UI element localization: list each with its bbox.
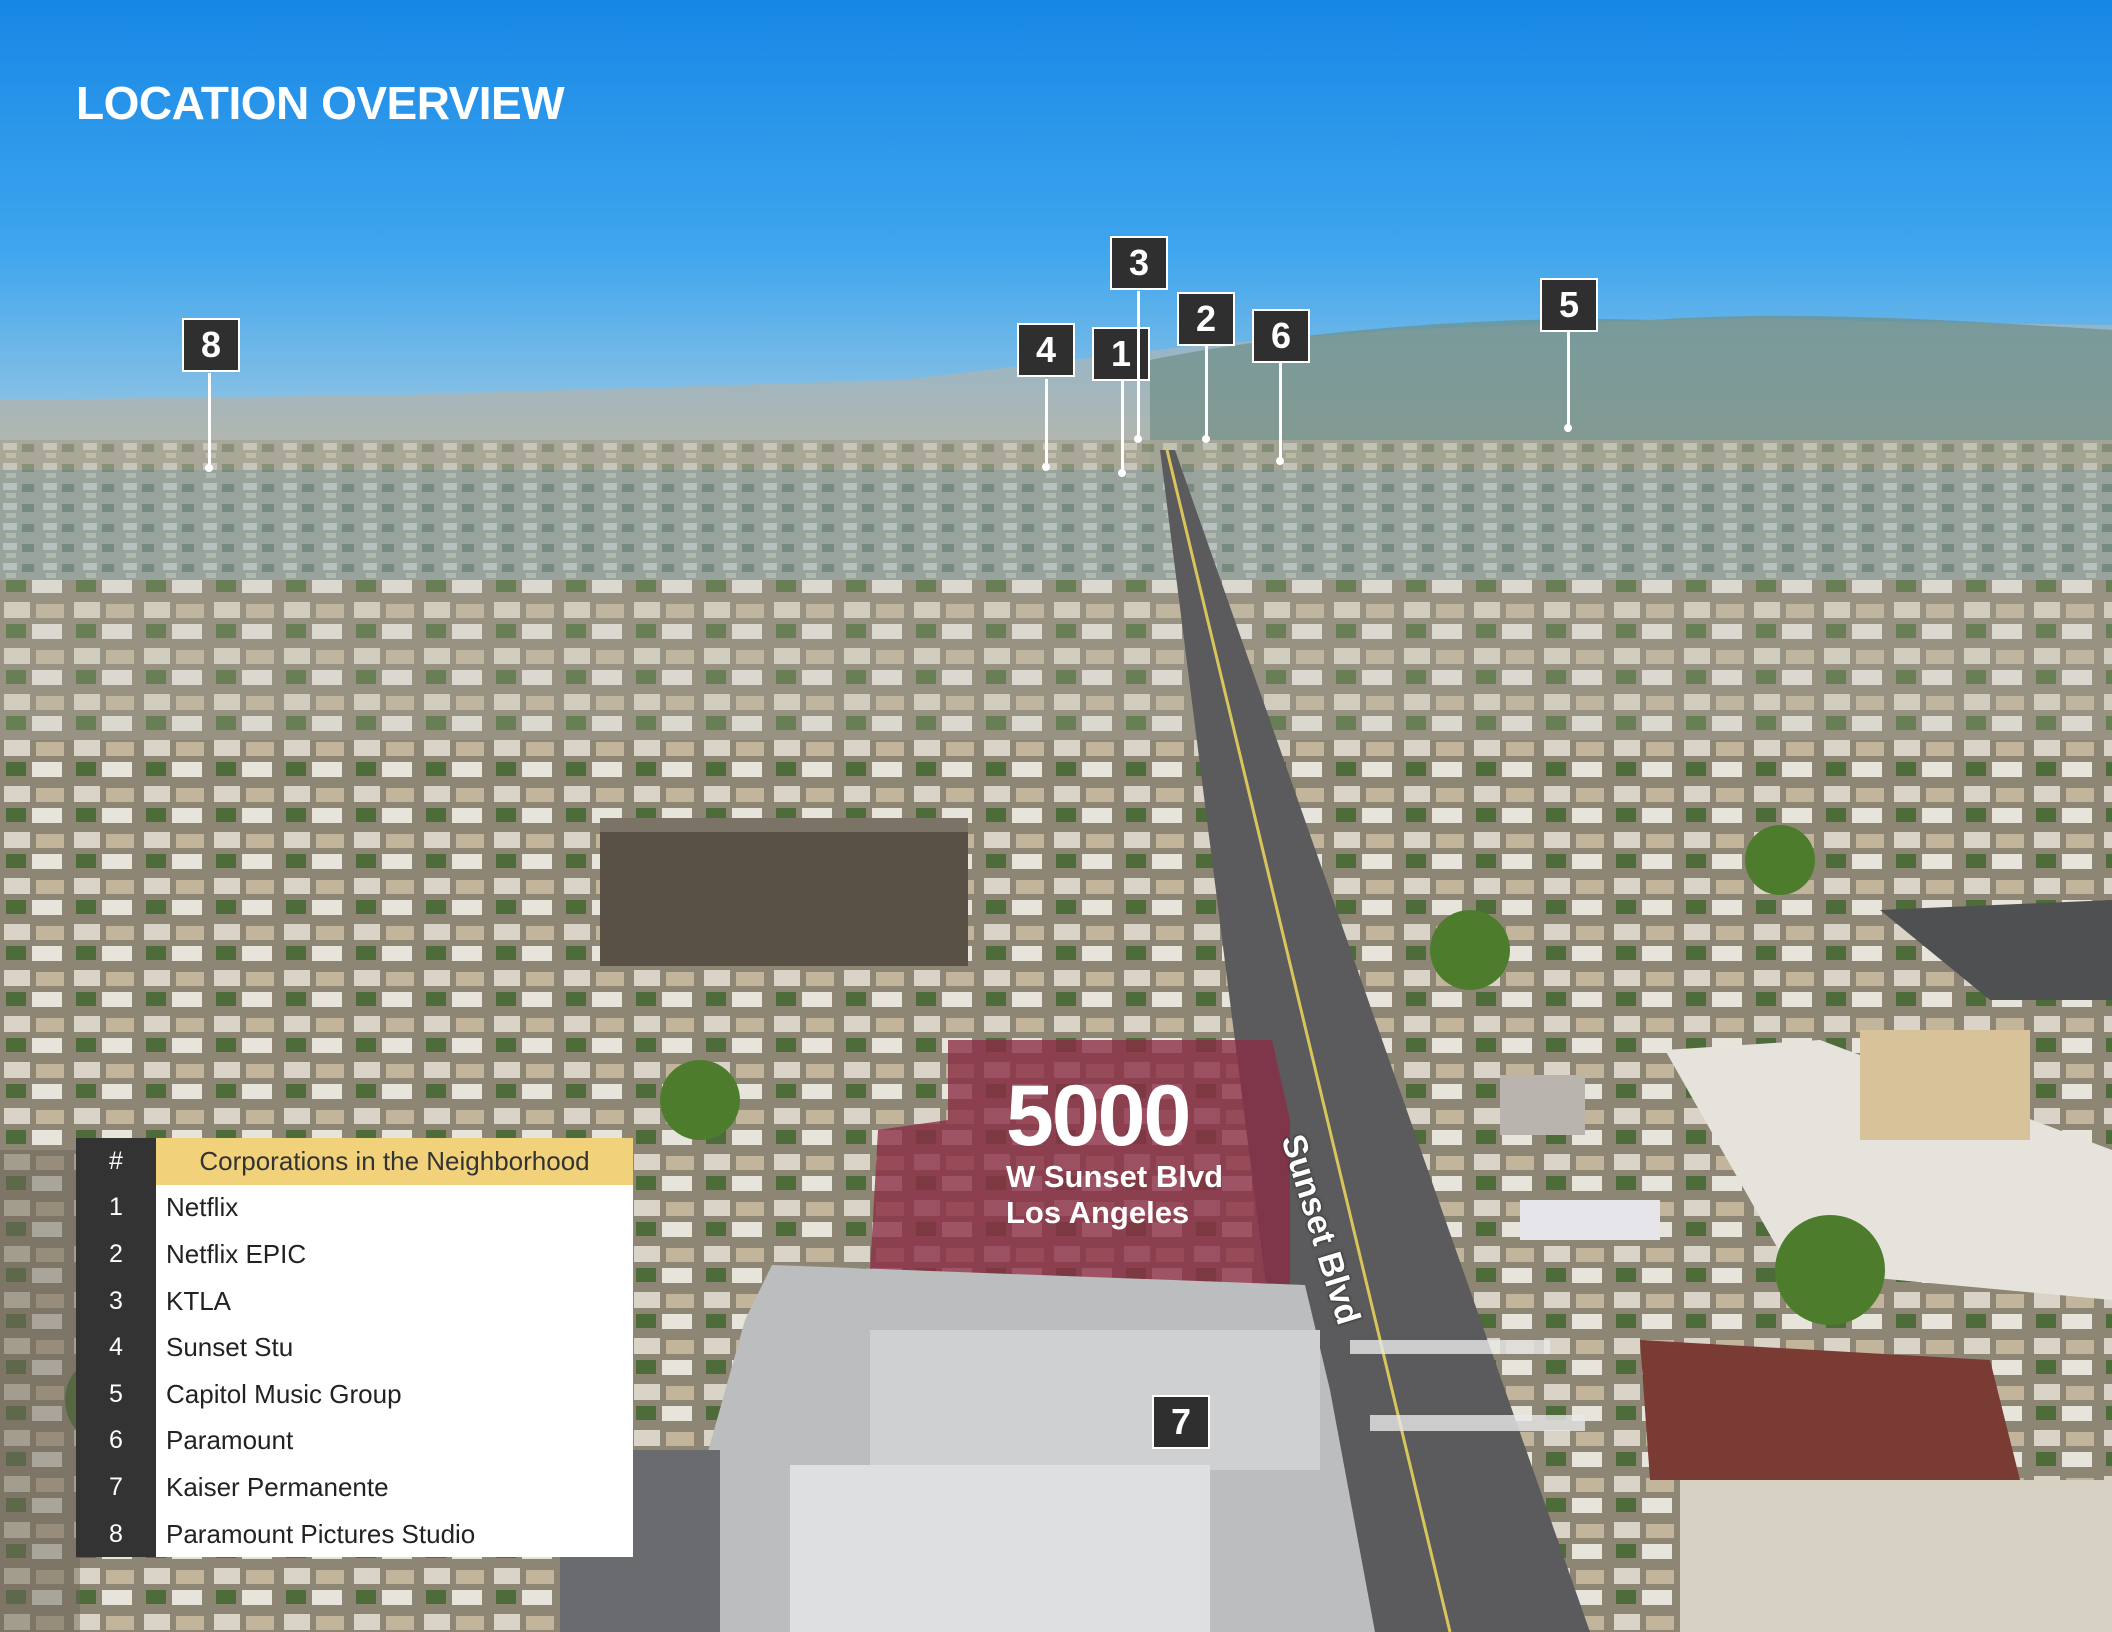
legend-company: Sunset Stu	[156, 1324, 633, 1371]
marker-5[interactable]: 5	[1540, 278, 1598, 332]
marker-4[interactable]: 4	[1017, 323, 1075, 377]
leader-line	[1279, 360, 1282, 460]
legend-index: 3	[76, 1277, 156, 1325]
legend-index: 7	[76, 1464, 156, 1511]
legend-index: 2	[76, 1231, 156, 1278]
leader-dot	[1134, 435, 1142, 443]
legend-index: 5	[76, 1370, 156, 1418]
leader-dot	[205, 464, 213, 472]
marker-7[interactable]: 7	[1152, 1395, 1210, 1449]
legend-index: 8	[76, 1510, 156, 1558]
page-title: LOCATION OVERVIEW	[76, 77, 565, 129]
property-address: 5000 W Sunset Blvd Los Angeles	[1006, 1073, 1223, 1231]
marker-8[interactable]: 8	[182, 318, 240, 372]
marker-6[interactable]: 6	[1252, 309, 1310, 363]
legend-index: 6	[76, 1417, 156, 1465]
leader-line	[1121, 379, 1124, 474]
marker-2[interactable]: 2	[1177, 292, 1235, 346]
legend-company: Netflix EPIC	[156, 1231, 633, 1278]
address-number: 5000	[1006, 1068, 1191, 1164]
address-city: Los Angeles	[1006, 1195, 1190, 1230]
legend-row: 7 Kaiser Permanente	[76, 1464, 633, 1511]
leader-line	[208, 373, 211, 468]
leader-line	[1205, 343, 1208, 439]
leader-line	[1045, 379, 1048, 467]
legend-row: 5 Capitol Music Group	[76, 1370, 633, 1418]
legend-company: KTLA	[156, 1277, 633, 1325]
legend-row: 6 Paramount	[76, 1417, 633, 1465]
corporations-legend: # Corporations in the Neighborhood 1 Net…	[76, 1138, 633, 1558]
legend-index: 1	[76, 1184, 156, 1232]
legend-company: Kaiser Permanente	[156, 1464, 633, 1511]
legend-row: 2 Netflix EPIC	[76, 1231, 633, 1278]
legend-company: Capitol Music Group	[156, 1370, 633, 1418]
legend-company: Paramount Pictures Studio	[156, 1510, 633, 1558]
legend-row: 4 Sunset Stu	[76, 1324, 633, 1371]
marker-3[interactable]: 3	[1110, 236, 1168, 290]
legend-header-row: # Corporations in the Neighborhood	[76, 1138, 633, 1185]
legend-company: Netflix	[156, 1184, 633, 1232]
leader-dot	[1202, 435, 1210, 443]
legend-index-header: #	[76, 1138, 156, 1185]
legend-index: 4	[76, 1324, 156, 1371]
legend-company: Paramount	[156, 1417, 633, 1465]
leader-dot	[1276, 457, 1284, 465]
legend-row: 3 KTLA	[76, 1277, 633, 1325]
address-street: W Sunset Blvd	[1006, 1159, 1224, 1194]
leader-line	[1137, 291, 1140, 439]
legend-title-header: Corporations in the Neighborhood	[156, 1138, 633, 1185]
legend-row: 8 Paramount Pictures Studio	[76, 1510, 633, 1558]
leader-dot	[1042, 463, 1050, 471]
leader-line	[1567, 330, 1570, 427]
leader-dot	[1118, 469, 1126, 477]
leader-dot	[1564, 424, 1572, 432]
marker-1[interactable]: 1	[1092, 327, 1150, 381]
legend-row: 1 Netflix	[76, 1184, 633, 1232]
